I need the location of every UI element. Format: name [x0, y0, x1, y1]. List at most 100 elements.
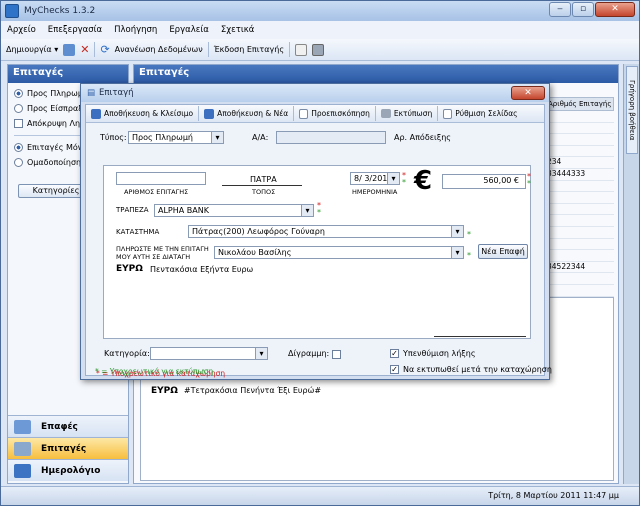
minimize-button[interactable]: ‒ [549, 2, 571, 17]
date-picker[interactable]: 8/ 3/2011 [350, 172, 400, 185]
title-bar: MyChecks 1.3.2 ‒ ▫ ✕ [1, 1, 639, 21]
crossed-label: Δίγραμμη: [288, 349, 330, 358]
save-icon [204, 108, 215, 119]
category-label: Κατηγορία: [104, 349, 150, 358]
window-title: MyChecks 1.3.2 [24, 6, 96, 16]
issue-check-button[interactable]: Έκδοση Επιταγής [214, 45, 284, 54]
maximize-button[interactable]: ▫ [572, 2, 594, 17]
grid-cell[interactable] [544, 123, 614, 135]
new-contact-button[interactable]: Νέα Επαφή [478, 244, 528, 259]
grid-column-header[interactable]: Αριθμός Επιταγής [544, 97, 614, 111]
print-icon[interactable] [312, 43, 325, 56]
edit-icon[interactable] [63, 43, 76, 56]
refresh-button[interactable]: Ανανέωση Δεδομένων [115, 45, 203, 54]
required-print-mark: * [402, 178, 406, 187]
refresh-icon: ⟳ [100, 43, 110, 56]
aa-label: Α/Α: [252, 133, 269, 142]
amount-in-words: Πεντακόσια Εξήντα Ευρω [150, 265, 254, 274]
preview-button[interactable]: Προεπισκόπηση [299, 108, 370, 119]
dialog-toolbar: Αποθήκευση & Κλείσιμο Αποθήκευση & Νέα Π… [86, 105, 544, 123]
amount-input[interactable]: 560,00 € [442, 174, 526, 189]
dialog-title: Επιταγή [99, 88, 134, 98]
place-value[interactable]: ΠΑΤΡΑ [250, 175, 277, 184]
payee-select[interactable]: Νικολάου Βασίλης [214, 246, 464, 259]
grid-cell[interactable] [544, 239, 614, 251]
type-select[interactable]: Προς Πληρωμή [128, 131, 224, 144]
store-label: ΚΑΤΑΣΤΗΜΑ [116, 228, 160, 236]
grid-cell[interactable] [544, 227, 614, 239]
dialog-body: Αποθήκευση & Κλείσιμο Αποθήκευση & Νέα Π… [85, 104, 552, 378]
grid-cell[interactable] [544, 146, 614, 158]
close-button[interactable]: ✕ [595, 2, 635, 17]
menu-tools[interactable]: Εργαλεία [169, 25, 209, 35]
receipt-label: Αρ. Απόδειξης [394, 133, 451, 142]
nav-contacts[interactable]: Επαφές [8, 415, 128, 437]
required-print-mark: * [467, 251, 471, 260]
place-label: ΤΟΠΟΣ [252, 188, 276, 196]
reminder-checkbox[interactable]: ✓ [390, 349, 399, 358]
grid-cell[interactable] [544, 273, 614, 285]
checks-icon [14, 441, 31, 456]
right-panel-title: Επιταγές [134, 65, 618, 83]
menu-about[interactable]: Σχετικά [221, 25, 254, 35]
aa-field [276, 131, 386, 144]
create-button[interactable]: Δημιουργία ▾ [6, 45, 58, 54]
required-print-mark: * [317, 208, 321, 217]
grid-cell[interactable]: 234 [544, 157, 614, 169]
menu-navigation[interactable]: Πλοήγηση [114, 25, 157, 35]
grid-cell[interactable] [544, 204, 614, 216]
euro-icon: € [414, 166, 433, 196]
dialog-icon: ▤ [87, 88, 96, 98]
grid-cell[interactable] [544, 134, 614, 146]
main-toolbar: Δημιουργία ▾ ✕ ⟳ Ανανέωση Δεδομένων Έκδο… [1, 39, 639, 61]
grid-cell[interactable] [544, 192, 614, 204]
grid-cell[interactable] [544, 250, 614, 262]
menu-file[interactable]: Αρχείο [7, 25, 36, 35]
grid-cell[interactable]: 34522344 [544, 262, 614, 274]
page-setup-icon [443, 108, 453, 119]
grid-cell[interactable] [544, 285, 614, 297]
nav-calendar[interactable]: Ημερολόγιο [8, 459, 128, 481]
check-number-label: ΑΡΙΘΜΟΣ ΕΠΙΤΑΓΗΣ [124, 188, 189, 196]
grid-cell[interactable]: 33444333 [544, 169, 614, 181]
payee-label-line1: ΠΛΗΡΩΣΤΕ ΜΕ ΤΗΝ ΕΠΙΤΑΓΗ [116, 245, 209, 253]
euro-words-label: ΕΥΡΩ [116, 264, 143, 274]
print-icon [380, 109, 391, 118]
crossed-checkbox[interactable] [332, 350, 341, 359]
print-after-label: Να εκτυπωθεί μετά την καταχώρηση [403, 365, 552, 374]
checks-grid[interactable]: Αριθμός Επιταγής 23433444333345223442341… [544, 97, 614, 320]
grid-cell[interactable] [544, 181, 614, 193]
save-new-button[interactable]: Αποθήκευση & Νέα [204, 108, 288, 119]
radio-icon [14, 89, 23, 98]
legend-required-print: * = Υποχρεωτικό για εκτύπωση [95, 367, 214, 376]
app-icon [5, 4, 19, 18]
store-select[interactable]: Πάτρας(200) Λεωφόρος Γούναρη [188, 225, 464, 238]
date-label: ΗΜΕΡΟΜΗΝΙΑ [352, 188, 398, 196]
grid-cell[interactable] [544, 111, 614, 123]
preview-icon[interactable] [295, 43, 308, 56]
menu-edit[interactable]: Επεξεργασία [48, 25, 102, 35]
quick-help-tab[interactable]: Γρήγορη βοήθεια [626, 66, 638, 154]
dialog-close-button[interactable]: ✕ [511, 86, 545, 100]
grid-cell[interactable] [544, 215, 614, 227]
save-close-button[interactable]: Αποθήκευση & Κλείσιμο [91, 108, 193, 119]
save-icon [91, 108, 101, 119]
bank-select[interactable]: ALPHA BANK [154, 204, 314, 217]
quick-help-panel: Γρήγορη βοήθεια [623, 64, 639, 484]
nav-checks[interactable]: Επιταγές [8, 437, 128, 459]
type-label: Τύπος: [100, 133, 127, 142]
bank-label: ΤΡΑΠΕΖΑ [116, 206, 149, 214]
delete-icon[interactable]: ✕ [80, 43, 89, 56]
reminder-label: Υπενθύμιση λήξης [403, 349, 476, 358]
category-select[interactable] [150, 347, 268, 360]
page-setup-button[interactable]: Ρύθμιση Σελίδας [443, 108, 518, 119]
required-print-mark: * [467, 230, 471, 239]
check-number-input[interactable] [116, 172, 206, 185]
radio-icon [14, 143, 23, 152]
print-button[interactable]: Εκτύπωση [380, 109, 432, 118]
dialog-title-bar: ▤ Επιταγή ✕ [81, 84, 549, 102]
print-after-checkbox[interactable]: ✓ [390, 365, 399, 374]
checkbox-icon [14, 119, 23, 128]
calendar-icon [14, 463, 31, 478]
left-panel-title: Επιταγές [8, 65, 128, 83]
